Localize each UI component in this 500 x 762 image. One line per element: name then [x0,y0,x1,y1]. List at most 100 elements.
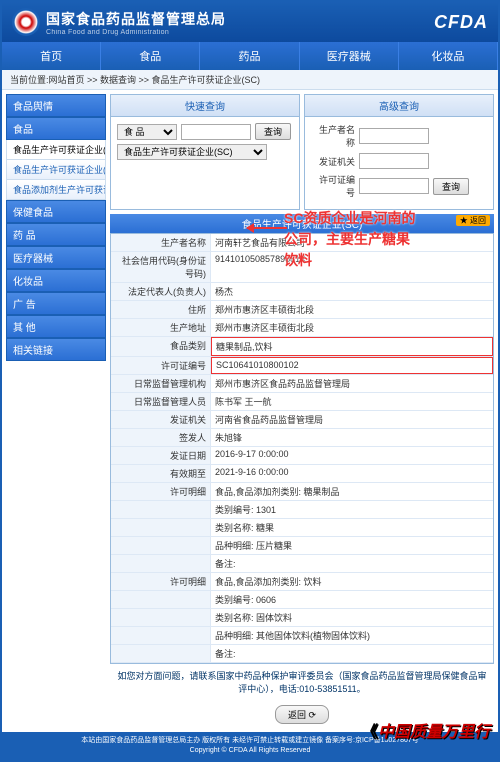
detail-value: 食品,食品添加剂类别: 饮料 [211,573,493,590]
detail-label [111,519,211,536]
side-group-3[interactable]: 药 品 [6,223,106,246]
annotation-arrow-icon [247,227,287,229]
main-nav: 首页 食品 药品 医疗器械 化妆品 [2,42,498,70]
site-title-cn: 国家食品药品监督管理总局 [46,9,226,29]
side-group-7[interactable]: 其 他 [6,315,106,338]
side-group-6[interactable]: 广 告 [6,292,106,315]
return-button[interactable]: 返回 ⟳ [275,705,329,724]
side-group-1[interactable]: 食品 [6,117,106,140]
side-item-qs[interactable]: 食品生产许可获证企业(QS) [6,160,106,180]
detail-row: 备注: [111,555,493,573]
detail-label: 日常监督管理机构 [111,375,211,392]
nav-device[interactable]: 医疗器械 [300,42,399,70]
quick-search-input[interactable] [181,124,251,140]
annotation-text: SC资质企业是河南的 公司，主要生产糖果 饮料 [284,208,415,271]
detail-row: 食品类别糖果制品,饮料 [111,337,493,357]
quick-search-button[interactable]: 查询 [255,123,291,140]
detail-row: 品种明细: 其他固体饮料(植物固体饮料) [111,627,493,645]
side-group-2[interactable]: 保健食品 [6,200,106,223]
detail-value: 河南省食品药品监督管理局 [211,411,493,428]
side-item-sc[interactable]: 食品生产许可获证企业(SC) [6,140,106,160]
detail-label [111,501,211,518]
authority-input[interactable] [359,153,429,169]
detail-label [111,609,211,626]
detail-label: 社会信用代码(身份证号码) [111,252,211,282]
detail-row: 有效期至2021-9-16 0:00:00 [111,465,493,483]
side-group-5[interactable]: 化妆品 [6,269,106,292]
detail-value: 品种明细: 其他固体饮料(植物固体饮料) [211,627,493,644]
producer-input[interactable] [359,128,429,144]
detail-value: 郑州市惠济区食品药品监督管理局 [211,375,493,392]
nav-food[interactable]: 食品 [101,42,200,70]
detail-row: 日常监督管理人员陈书军 王一航 [111,393,493,411]
advanced-search-button[interactable]: 查询 [433,178,469,195]
detail-label [111,627,211,644]
detail-row: 发证机关河南省食品药品监督管理局 [111,411,493,429]
side-item-additive[interactable]: 食品添加剂生产许可获证企业 [6,180,106,200]
detail-value: 杨杰 [211,283,493,300]
detail-row: 品种明细: 压片糖果 [111,537,493,555]
category-select[interactable]: 食 品 [117,124,177,140]
detail-value: SC10641010800102 [211,357,493,374]
license-input[interactable] [359,178,429,194]
license-label: 许可证编号 [311,173,355,199]
nav-home[interactable]: 首页 [2,42,101,70]
logo-icon [12,8,40,36]
detail-row: 许可明细食品,食品添加剂类别: 糖果制品 [111,483,493,501]
detail-label [111,537,211,554]
detail-value: 陈书军 王一航 [211,393,493,410]
detail-row: 类别名称: 糖果 [111,519,493,537]
side-group-0[interactable]: 食品舆情 [6,94,106,117]
detail-label: 发证日期 [111,447,211,464]
sidebar: 食品舆情 食品 食品生产许可获证企业(SC) 食品生产许可获证企业(QS) 食品… [6,94,106,728]
detail-value: 类别名称: 糖果 [211,519,493,536]
detail-value: 品种明细: 压片糖果 [211,537,493,554]
detail-label: 住所 [111,301,211,318]
detail-label [111,555,211,572]
detail-label: 日常监督管理人员 [111,393,211,410]
detail-value: 2016-9-17 0:00:00 [211,447,493,464]
detail-value: 食品,食品添加剂类别: 糖果制品 [211,483,493,500]
detail-value: 糖果制品,饮料 [211,337,493,356]
side-group-4[interactable]: 医疗器械 [6,246,106,269]
detail-label [111,645,211,662]
detail-value: 类别编号: 1301 [211,501,493,518]
detail-value: 2021-9-16 0:00:00 [211,465,493,482]
detail-row: 生产地址郑州市惠济区丰硕街北段 [111,319,493,337]
detail-label: 法定代表人(负责人) [111,283,211,300]
detail-row: 住所郑州市惠济区丰硕街北段 [111,301,493,319]
type-select[interactable]: 食品生产许可获证企业(SC) [117,144,267,160]
detail-label: 签发人 [111,429,211,446]
advanced-search-panel: 高级查询 生产者名称 发证机关 许可证编号查询 [304,94,494,210]
detail-label: 生产者名称 [111,234,211,251]
nav-drug[interactable]: 药品 [200,42,299,70]
nav-cosmetic[interactable]: 化妆品 [399,42,498,70]
site-title-en: China Food and Drug Administration [46,29,226,36]
detail-row: 签发人朱旭锋 [111,429,493,447]
detail-label [111,591,211,608]
detail-label: 有效期至 [111,465,211,482]
detail-value: 类别名称: 固体饮料 [211,609,493,626]
detail-row: 许可明细食品,食品添加剂类别: 饮料 [111,573,493,591]
detail-row: 类别编号: 1301 [111,501,493,519]
detail-label: 发证机关 [111,411,211,428]
detail-label: 食品类别 [111,337,211,356]
detail-row: 法定代表人(负责人)杨杰 [111,283,493,301]
detail-row: 备注: [111,645,493,663]
detail-row: 类别编号: 0606 [111,591,493,609]
quick-search-panel: 快速查询 食 品 查询 食品生产许可获证企业(SC) [110,94,300,210]
detail-value: 备注: [211,645,493,662]
detail-row: 类别名称: 固体饮料 [111,609,493,627]
contact-note: 如您对方面问题，请联系国家中药品种保护审评委员会（国家食品药品监督管理局保健食品… [110,664,494,701]
quick-search-title: 快速查询 [111,95,299,117]
detail-value: 郑州市惠济区丰硕街北段 [211,301,493,318]
detail-table: 生产者名称河南轩艺食品有限公司社会信用代码(身份证号码)914101050857… [110,233,494,664]
detail-row: 日常监督管理机构郑州市惠济区食品药品监督管理局 [111,375,493,393]
detail-value: 郑州市惠济区丰硕街北段 [211,319,493,336]
watermark: 中国质量万里行 [362,718,490,742]
footer-line2: Copyright © CFDA All Rights Reserved [6,746,494,756]
side-group-8[interactable]: 相关链接 [6,338,106,361]
back-button[interactable]: ★ 返回 [456,215,490,226]
producer-label: 生产者名称 [311,123,355,149]
detail-label: 许可明细 [111,483,211,500]
